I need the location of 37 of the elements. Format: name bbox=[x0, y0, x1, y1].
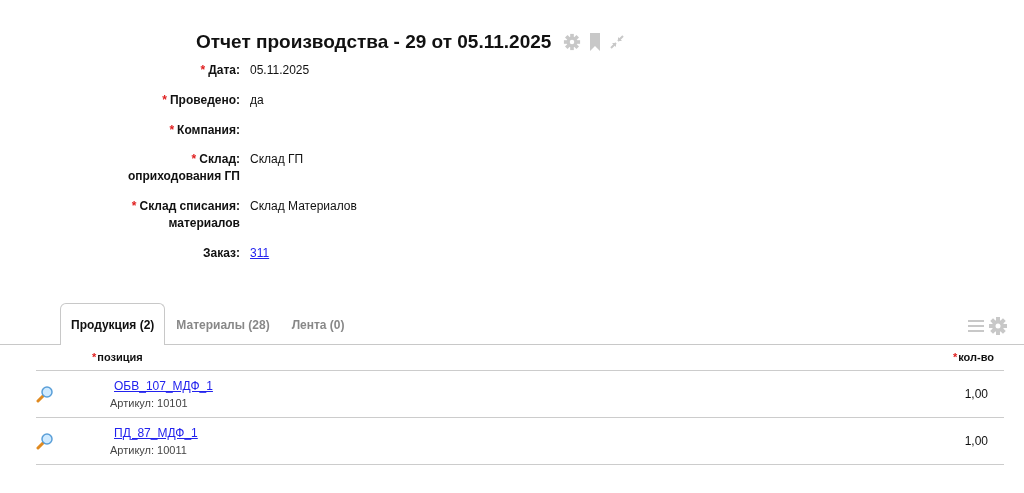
magnifier-icon[interactable] bbox=[36, 431, 54, 450]
magnifier-icon[interactable] bbox=[36, 384, 54, 403]
page-title: Отчет производства - 29 от 05.11.2025 bbox=[196, 30, 552, 54]
field-label: * Проведено: bbox=[161, 91, 240, 109]
field-label: Заказ: bbox=[202, 244, 240, 262]
required-mark: * bbox=[952, 351, 958, 364]
article-text: Артикул: 10101 bbox=[110, 395, 189, 411]
collapse-icon[interactable] bbox=[609, 34, 626, 50]
field-value: Склад Материалов bbox=[250, 198, 357, 215]
order-link[interactable]: 311 bbox=[250, 244, 270, 262]
field-label: * Склад списания: материалов bbox=[130, 198, 240, 232]
tab[interactable]: Продукция (2) bbox=[60, 303, 166, 346]
item-link[interactable]: ОБВ_107_МДФ_1 bbox=[114, 376, 213, 395]
article-text: Артикул: 10011 bbox=[110, 442, 188, 458]
field-label: * Склад: оприходования ГП bbox=[126, 151, 240, 185]
list-icon[interactable] bbox=[968, 319, 984, 334]
quantity-cell-text: 1,00 bbox=[964, 385, 988, 403]
settings-icon[interactable] bbox=[563, 33, 582, 51]
field-value: Склад ГП bbox=[250, 151, 304, 169]
required-mark: * bbox=[169, 122, 175, 137]
required-mark: * bbox=[162, 92, 167, 107]
bookmark-icon[interactable] bbox=[589, 33, 602, 51]
required-mark: * bbox=[191, 152, 197, 167]
tab[interactable]: Лента (0) bbox=[280, 303, 356, 346]
column-header: *кол-во bbox=[952, 350, 994, 366]
field-label: * Дата: bbox=[199, 62, 240, 79]
field-value: да bbox=[250, 91, 264, 109]
field-value: 05.11.2025 bbox=[250, 62, 310, 79]
required-mark: * bbox=[200, 63, 206, 77]
quantity-cell-text: 1,00 bbox=[964, 432, 988, 450]
required-mark: * bbox=[131, 199, 137, 213]
column-header: *позиция bbox=[92, 350, 143, 366]
tab[interactable]: Материалы (28) bbox=[165, 303, 281, 346]
item-link[interactable]: ПД_87_МДФ_1 bbox=[114, 423, 198, 442]
required-mark: * bbox=[92, 351, 97, 364]
settings-icon[interactable] bbox=[988, 316, 1008, 337]
field-label: * Компания: bbox=[168, 121, 240, 139]
